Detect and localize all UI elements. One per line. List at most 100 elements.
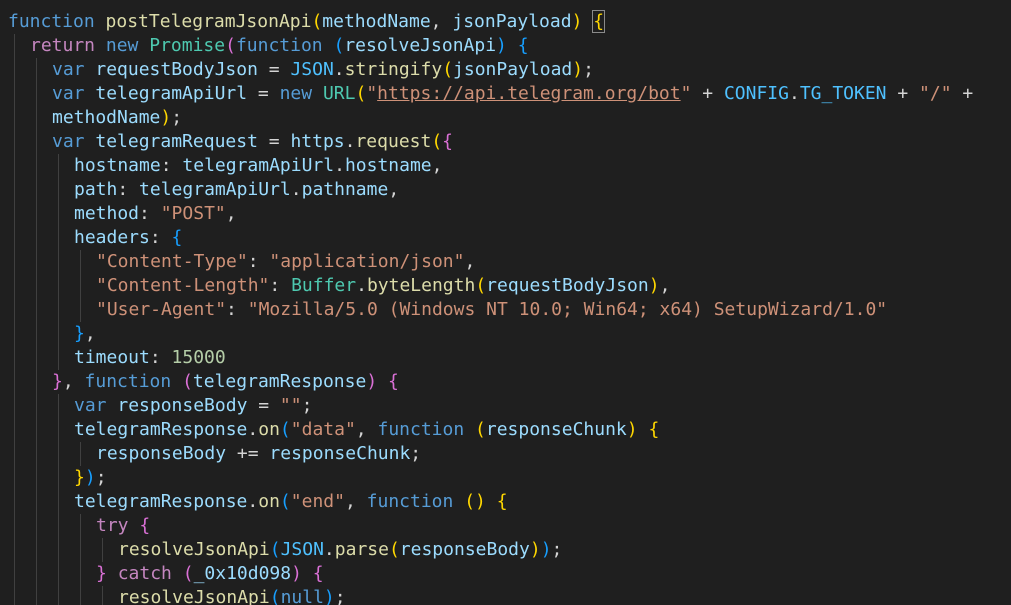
code-token: . xyxy=(333,59,345,80)
code-token: _0x10d098 xyxy=(193,563,292,584)
code-token: { xyxy=(139,515,151,536)
code-token: ; xyxy=(583,59,594,80)
code-line[interactable]: "User-Agent": "Mozilla/5.0 (Windows NT 1… xyxy=(8,298,973,322)
code-line[interactable]: resolveJsonApi(null); xyxy=(8,586,973,605)
code-token: jsonPayload xyxy=(452,11,572,32)
code-token: responseChunk xyxy=(269,443,411,464)
code-line[interactable]: }, xyxy=(8,322,973,346)
indent-guide xyxy=(14,202,15,226)
indent-guide xyxy=(14,154,15,178)
code-token: parse xyxy=(334,539,389,560)
code-token: . xyxy=(290,179,302,200)
code-token: { xyxy=(496,491,508,512)
code-token: , xyxy=(344,491,367,512)
indent-guide xyxy=(36,130,37,154)
code-line[interactable]: var requestBodyJson = JSON.stringify(jso… xyxy=(8,58,973,82)
code-token: ; xyxy=(551,539,563,560)
code-line[interactable]: function postTelegramJsonApi(methodName,… xyxy=(8,10,973,34)
code-line[interactable]: } catch (_0x10d098) { xyxy=(8,562,973,586)
code-token: " xyxy=(680,83,692,104)
code-token: headers xyxy=(74,227,150,248)
indent-guide xyxy=(58,202,59,226)
indent-guide xyxy=(58,322,59,346)
code-token: hostname xyxy=(344,155,432,176)
code-token: function xyxy=(84,371,172,392)
indent-guide xyxy=(14,298,15,322)
indent-guide xyxy=(58,250,59,274)
code-token: , xyxy=(388,179,400,200)
indent-guide xyxy=(80,442,81,466)
code-token: responseChunk xyxy=(485,419,627,440)
indent-guide xyxy=(58,394,59,418)
code-token: "Content-Length" xyxy=(96,275,270,296)
code-token: + xyxy=(951,83,974,104)
code-line[interactable]: return new Promise(function (resolveJson… xyxy=(8,34,973,58)
code-token: ) xyxy=(160,107,172,128)
code-lines: function postTelegramJsonApi(methodName,… xyxy=(8,10,973,605)
code-line[interactable]: method: "POST", xyxy=(8,202,973,226)
code-line[interactable]: responseBody += responseChunk; xyxy=(8,442,973,466)
indent-guide xyxy=(14,562,15,586)
code-token: var xyxy=(52,59,85,80)
code-token: on xyxy=(258,419,280,440)
code-token: CONFIG xyxy=(723,83,789,104)
indent-guide xyxy=(14,250,15,274)
code-token: : xyxy=(149,227,172,248)
indent-guide xyxy=(80,562,81,586)
code-token: "Content-Type" xyxy=(96,251,248,272)
code-token: ) xyxy=(626,419,638,440)
code-token: . xyxy=(356,275,367,296)
indent-guide xyxy=(58,514,59,538)
code-line[interactable]: headers: { xyxy=(8,226,973,250)
indent-guide xyxy=(36,178,37,202)
code-line[interactable]: }); xyxy=(8,466,973,490)
code-line[interactable]: telegramResponse.on("end", function () { xyxy=(8,490,973,514)
code-line[interactable]: try { xyxy=(8,514,973,538)
indent-guide xyxy=(36,106,37,130)
code-line[interactable]: resolveJsonApi(JSON.parse(responseBody))… xyxy=(8,538,973,562)
code-line[interactable]: }, function (telegramResponse) { xyxy=(8,370,973,394)
indent-guide xyxy=(14,130,15,154)
code-token: new xyxy=(279,83,313,104)
code-token: () xyxy=(464,491,486,512)
code-token: var xyxy=(52,131,85,152)
code-line[interactable]: hostname: telegramApiUrl.hostname, xyxy=(8,154,973,178)
indent-guide xyxy=(58,274,59,298)
code-token: ( xyxy=(333,35,345,56)
code-line[interactable]: var responseBody = ""; xyxy=(8,394,973,418)
code-token: = xyxy=(247,395,280,416)
code-token: ( xyxy=(279,491,291,512)
indent-guide xyxy=(14,514,15,538)
code-line[interactable]: timeout: 15000 xyxy=(8,346,973,370)
code-token: https://api.telegram.org/bot xyxy=(377,83,681,104)
code-token: postTelegramJsonApi xyxy=(105,11,312,32)
code-token: , xyxy=(659,275,671,296)
code-token: : xyxy=(269,275,292,296)
code-token: ( xyxy=(475,275,487,296)
code-line[interactable]: var telegramRequest = https.request({ xyxy=(8,130,973,154)
code-line[interactable]: "Content-Length": Buffer.byteLength(requ… xyxy=(8,274,973,298)
code-line[interactable]: telegramResponse.on("data", function (re… xyxy=(8,418,973,442)
code-line[interactable]: path: telegramApiUrl.pathname, xyxy=(8,178,973,202)
indent-guide xyxy=(36,82,37,106)
code-line[interactable]: methodName); xyxy=(8,106,973,130)
code-line[interactable]: "Content-Type": "application/json", xyxy=(8,250,973,274)
code-token: ) xyxy=(291,563,302,584)
code-editor[interactable]: function postTelegramJsonApi(methodName,… xyxy=(0,0,1011,605)
indent-guide xyxy=(14,82,15,106)
code-token: = xyxy=(257,59,291,80)
code-token: responseBody xyxy=(399,539,530,560)
code-token: + xyxy=(886,83,920,104)
code-line[interactable]: var telegramApiUrl = new URL("https://ap… xyxy=(8,82,973,106)
indent-guide xyxy=(14,538,15,562)
indent-guide xyxy=(36,154,37,178)
code-token: ( xyxy=(475,419,486,440)
indent-guide xyxy=(58,298,59,322)
